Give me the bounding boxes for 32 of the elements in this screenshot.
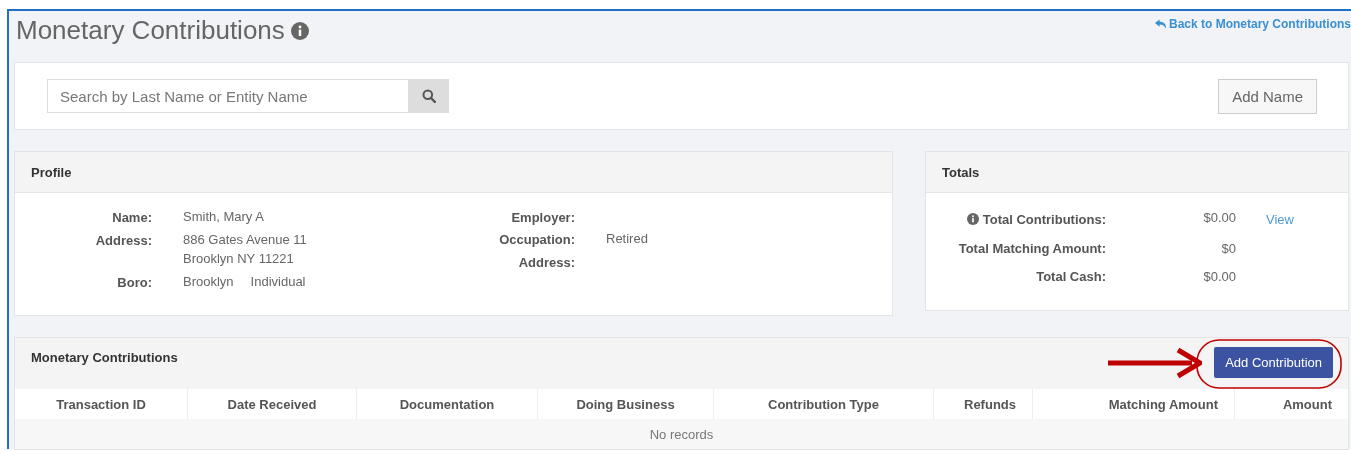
total-label: Total Cash:	[1036, 269, 1106, 284]
search-icon	[422, 89, 436, 103]
field-value: Brooklyn	[183, 273, 234, 291]
column-header: Transaction ID	[55, 395, 147, 414]
panel-title: Monetary Contributions	[31, 350, 178, 365]
back-link[interactable]: Back to Monetary Contributions	[1155, 17, 1351, 31]
field-label: Occupation:	[498, 232, 575, 248]
panel-title: Totals	[942, 164, 980, 180]
add-name-button[interactable]: Add Name	[1218, 78, 1317, 114]
field-label: Employer:	[510, 210, 575, 225]
search-field[interactable]: Search by Last Name or Entity Name	[47, 79, 409, 113]
field-value: 886 Gates Avenue 11 Brooklyn NY 11221	[183, 231, 307, 268]
field-label: Name:	[111, 210, 152, 226]
total-label: Total Contributions:	[982, 211, 1106, 227]
add-contribution-button[interactable]: Add Contribution	[1214, 347, 1333, 378]
field-value: Retired	[606, 230, 648, 248]
view-link[interactable]: View	[1236, 212, 1294, 227]
field-value: Smith, Mary A	[183, 208, 264, 226]
total-value: $0.00	[1202, 210, 1236, 227]
info-icon[interactable]	[966, 213, 979, 225]
panel-title: Profile	[31, 164, 72, 180]
total-label: Total Matching Amount:	[958, 241, 1106, 256]
field-label: Address:	[517, 255, 575, 270]
info-icon[interactable]	[290, 21, 309, 40]
field-value: Individual	[250, 273, 306, 291]
field-label: Address:	[94, 233, 152, 250]
total-value: $0.00	[1202, 269, 1236, 284]
search-button[interactable]	[409, 79, 449, 113]
total-value: $0	[1220, 241, 1236, 256]
field-label: Boro:	[116, 275, 152, 291]
reply-arrow-icon	[1155, 19, 1166, 29]
page-title: Monetary Contributions	[16, 15, 285, 46]
